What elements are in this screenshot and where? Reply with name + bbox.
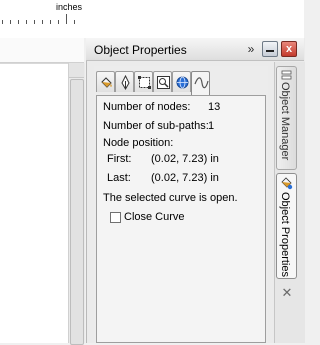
outline-tab[interactable] xyxy=(115,71,134,92)
object-properties-icon xyxy=(281,177,293,190)
curve-tab[interactable] xyxy=(191,71,210,95)
fill-tab[interactable] xyxy=(96,71,115,92)
ruler-ticks xyxy=(2,14,75,24)
double-chevron-right-icon[interactable]: » xyxy=(244,42,258,56)
frame-icon xyxy=(138,76,151,89)
pen-nib-icon xyxy=(121,75,130,90)
curve-icon xyxy=(194,77,209,89)
nodes-value: 13 xyxy=(208,101,221,113)
scroll-up-button[interactable] xyxy=(69,63,84,78)
paint-bucket-icon xyxy=(101,77,112,88)
close-docker-tab-icon[interactable]: ✕ xyxy=(280,286,294,300)
close-curve-label[interactable]: Close Curve xyxy=(124,211,185,223)
internet-tab[interactable] xyxy=(172,71,191,92)
node-position-label: Node position: xyxy=(103,137,174,149)
ruler-units-label: inches xyxy=(56,2,83,12)
minimize-icon xyxy=(266,50,274,52)
general-tab[interactable] xyxy=(134,71,153,92)
globe-icon xyxy=(176,76,189,89)
subpaths-label: Number of sub-paths: xyxy=(103,120,209,132)
page-border-line xyxy=(0,63,68,64)
object-properties-tab-label: Object Properties xyxy=(279,192,291,277)
object-manager-tab-label: Object Manager xyxy=(279,82,291,161)
close-icon: x xyxy=(285,43,293,55)
close-curve-checkbox[interactable] xyxy=(110,212,121,223)
object-manager-icon xyxy=(281,70,292,80)
summary-tab[interactable] xyxy=(153,71,172,92)
docker-title: Object Properties xyxy=(94,43,187,57)
scrollbar-thumb[interactable] xyxy=(70,79,84,345)
drawing-canvas[interactable] xyxy=(0,63,68,343)
horizontal-ruler[interactable] xyxy=(0,38,84,63)
last-label: Last: xyxy=(107,172,131,184)
first-value: (0.02, 7.23) in xyxy=(151,153,219,165)
minimize-button[interactable] xyxy=(262,41,278,57)
subpaths-value: 1 xyxy=(208,120,215,132)
close-button[interactable]: x xyxy=(281,41,297,57)
last-value: (0.02, 7.23) in xyxy=(151,172,219,184)
magnifier-frame-icon xyxy=(157,76,170,89)
nodes-label: Number of nodes: xyxy=(103,101,191,113)
curve-status-text: The selected curve is open. xyxy=(103,192,238,204)
first-label: First: xyxy=(107,153,132,165)
